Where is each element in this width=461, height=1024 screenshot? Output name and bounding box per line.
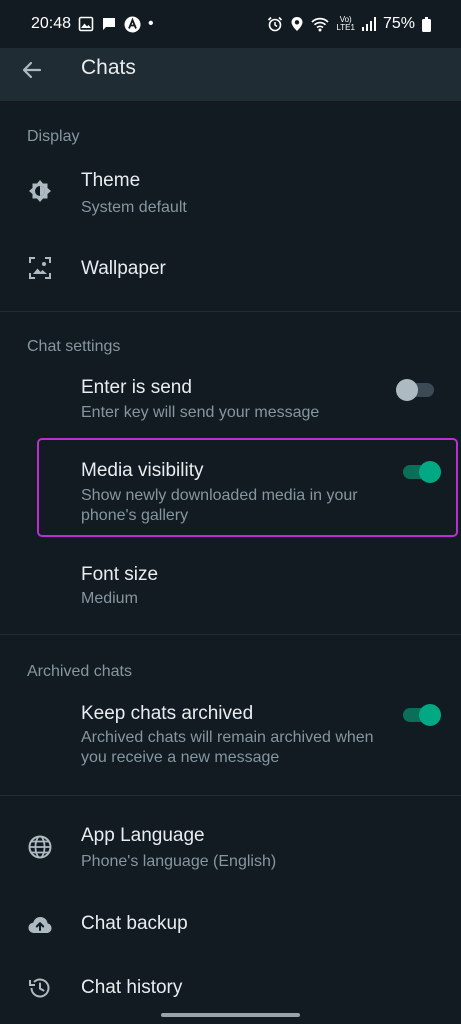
keep-archived-subtitle: Archived chats will remain archived when…: [81, 729, 374, 766]
wallpaper-title: Wallpaper: [81, 258, 166, 279]
back-arrow-icon[interactable]: [20, 58, 44, 82]
wallpaper-icon: [27, 255, 53, 281]
media-visibility-title: Media visibility: [81, 460, 204, 481]
cloud-upload-icon: [27, 912, 53, 938]
divider: [0, 311, 461, 312]
app-language-title: App Language: [81, 825, 205, 846]
keep-archived-toggle[interactable]: [403, 704, 441, 726]
alarm-icon: [267, 16, 283, 32]
setting-media-visibility[interactable]: Media visibility Show newly downloaded m…: [0, 448, 461, 532]
enter-is-send-title: Enter is send: [81, 377, 192, 398]
setting-app-language[interactable]: App Language Phone's language (English): [0, 816, 461, 882]
signal-icon: [361, 17, 376, 31]
globe-icon: [27, 834, 53, 860]
wifi-icon: [311, 16, 330, 32]
app-bar: Chats: [0, 48, 461, 101]
theme-title: Theme: [81, 170, 141, 191]
chat-backup-title: Chat backup: [81, 913, 188, 934]
chat-history-title: Chat history: [81, 977, 183, 998]
setting-chat-history[interactable]: Chat history: [0, 962, 461, 1014]
enter-is-send-toggle[interactable]: [396, 379, 434, 401]
setting-chat-backup[interactable]: Chat backup: [0, 896, 461, 952]
app-language-subtitle: Phone's language (English): [81, 853, 277, 870]
section-header-display: Display: [27, 128, 80, 145]
setting-theme[interactable]: Theme System default: [0, 160, 461, 226]
font-size-title: Font size: [81, 564, 159, 585]
gesture-navigation-handle[interactable]: [161, 1013, 300, 1017]
media-visibility-subtitle: Show newly downloaded media in your phon…: [81, 487, 358, 524]
setting-keep-chats-archived[interactable]: Keep chats archived Archived chats will …: [0, 694, 461, 778]
status-bar: 20:48 • Vo) LTE1 75%: [0, 0, 461, 48]
brightness-icon: [27, 178, 53, 204]
message-notification-icon: [101, 16, 117, 32]
location-icon: [290, 16, 304, 32]
toggle-knob: [419, 704, 441, 726]
media-visibility-toggle[interactable]: [403, 461, 441, 483]
setting-enter-is-send[interactable]: Enter is send Enter key will send your m…: [0, 368, 461, 432]
setting-wallpaper[interactable]: Wallpaper: [0, 240, 461, 296]
divider: [0, 634, 461, 635]
app-notification-icon: [124, 16, 141, 33]
font-size-subtitle: Medium: [81, 590, 138, 607]
toggle-knob: [419, 461, 441, 483]
history-icon: [27, 975, 53, 1001]
notification-dot: •: [148, 15, 154, 32]
toggle-knob: [396, 379, 418, 401]
battery-percent: 75%: [382, 15, 415, 32]
theme-subtitle: System default: [81, 199, 187, 216]
page-title: Chats: [81, 56, 136, 79]
divider: [0, 795, 461, 796]
section-header-chat-settings: Chat settings: [27, 338, 121, 355]
volte-icon: Vo) LTE1: [336, 15, 355, 32]
keep-archived-title: Keep chats archived: [81, 703, 254, 724]
setting-font-size[interactable]: Font size Medium: [0, 554, 461, 618]
enter-is-send-subtitle: Enter key will send your message: [81, 404, 320, 421]
status-time: 20:48: [31, 15, 72, 32]
battery-icon: [422, 16, 431, 32]
section-header-archived-chats: Archived chats: [27, 663, 132, 680]
gallery-notification-icon: [78, 16, 94, 32]
